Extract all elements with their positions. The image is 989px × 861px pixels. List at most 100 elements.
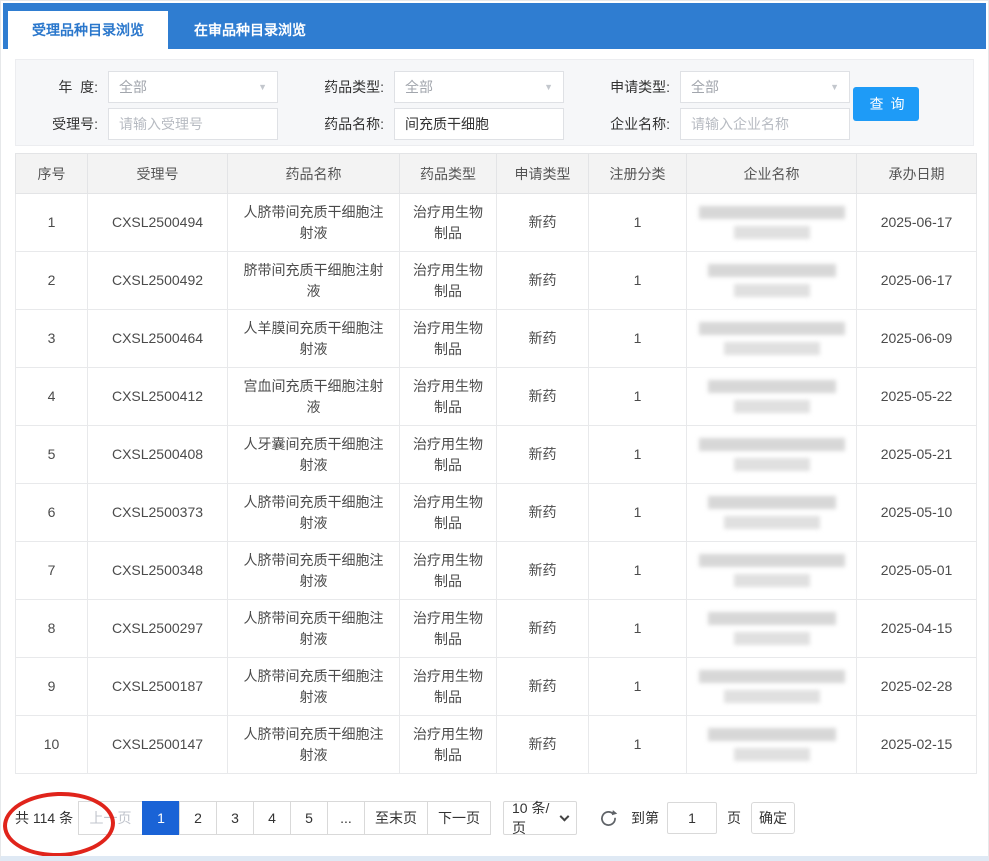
redacted-company-name: [697, 554, 846, 587]
cell-drug-name: 人脐带间充质干细胞注射液: [228, 194, 400, 252]
page-button-1[interactable]: 1: [142, 801, 180, 835]
acceptance-no-label: 受理号:: [16, 114, 108, 134]
cell-acceptance-no: CXSL2500464: [88, 310, 228, 368]
cell-no: 6: [16, 484, 88, 542]
search-button[interactable]: 查询: [853, 87, 919, 121]
cell-apply-type: 新药: [497, 426, 589, 484]
cell-acceptance-no: CXSL2500348: [88, 542, 228, 600]
page-size-value: 10 条/页: [512, 798, 561, 838]
app-window: 受理品种目录浏览 在审品种目录浏览 年 度: 全部 ▼ 药品类型: 全部 ▼ 申…: [0, 0, 989, 861]
cell-apply-type: 新药: [497, 484, 589, 542]
cell-apply-type: 新药: [497, 658, 589, 716]
cell-no: 9: [16, 658, 88, 716]
cell-apply-type: 新药: [497, 310, 589, 368]
confirm-button[interactable]: 确定: [751, 802, 795, 834]
tab-under-review-catalog[interactable]: 在审品种目录浏览: [168, 11, 332, 49]
cell-drug-name: 宫血间充质干细胞注射液: [228, 368, 400, 426]
results-table-wrap: 序号 受理号 药品名称 药品类型 申请类型 注册分类 企业名称 承办日期 1 C…: [15, 153, 974, 774]
next-page-button[interactable]: 下一页: [427, 801, 491, 835]
cell-apply-type: 新药: [497, 600, 589, 658]
cell-reg-class: 1: [589, 368, 687, 426]
table-row: 3 CXSL2500464 人羊膜间充质干细胞注射液 治疗用生物制品 新药 1 …: [16, 310, 977, 368]
page-size-select[interactable]: 10 条/页: [503, 801, 577, 835]
page-button-4[interactable]: 4: [253, 801, 291, 835]
cell-company-redacted: [687, 542, 857, 600]
drug-name-label: 药品名称:: [302, 114, 394, 134]
drug-type-select-value: 全部: [405, 77, 544, 97]
table-row: 4 CXSL2500412 宫血间充质干细胞注射液 治疗用生物制品 新药 1 2…: [16, 368, 977, 426]
cell-date: 2025-02-15: [857, 716, 977, 774]
cell-no: 10: [16, 716, 88, 774]
cell-reg-class: 1: [589, 484, 687, 542]
cell-company-redacted: [687, 426, 857, 484]
prev-page-button[interactable]: 上一页: [78, 801, 143, 835]
year-select[interactable]: 全部 ▼: [108, 71, 278, 103]
cell-date: 2025-04-15: [857, 600, 977, 658]
filter-row-1: 年 度: 全部 ▼ 药品类型: 全部 ▼ 申请类型: 全部 ▼: [16, 71, 973, 103]
apply-type-select[interactable]: 全部 ▼: [680, 71, 850, 103]
column-header-drug-type: 药品类型: [400, 154, 497, 194]
apply-type-label: 申请类型:: [588, 77, 680, 97]
cell-acceptance-no: CXSL2500297: [88, 600, 228, 658]
cell-no: 4: [16, 368, 88, 426]
pagination-group: 上一页 12345 ... 至末页 下一页: [79, 801, 491, 835]
chevron-down-icon: ▼: [830, 82, 839, 92]
goto-page-label: 到第: [631, 808, 659, 828]
cell-reg-class: 1: [589, 600, 687, 658]
table-row: 10 CXSL2500147 人脐带间充质干细胞注射液 治疗用生物制品 新药 1…: [16, 716, 977, 774]
table-header-row: 序号 受理号 药品名称 药品类型 申请类型 注册分类 企业名称 承办日期: [16, 154, 977, 194]
cell-company-redacted: [687, 658, 857, 716]
cell-date: 2025-05-10: [857, 484, 977, 542]
drug-name-input[interactable]: [394, 108, 564, 140]
tab-accepted-catalog[interactable]: 受理品种目录浏览: [8, 11, 168, 49]
ellipsis-page-button[interactable]: ...: [327, 801, 365, 835]
redacted-company-name: [697, 380, 846, 413]
acceptance-no-input[interactable]: [108, 108, 278, 140]
cell-drug-name: 人脐带间充质干细胞注射液: [228, 484, 400, 542]
column-header-date: 承办日期: [857, 154, 977, 194]
cell-drug-name: 人羊膜间充质干细胞注射液: [228, 310, 400, 368]
cell-company-redacted: [687, 252, 857, 310]
table-row: 5 CXSL2500408 人牙囊间充质干细胞注射液 治疗用生物制品 新药 1 …: [16, 426, 977, 484]
cell-drug-type: 治疗用生物制品: [400, 252, 497, 310]
cell-date: 2025-06-17: [857, 194, 977, 252]
cell-drug-name: 人脐带间充质干细胞注射液: [228, 542, 400, 600]
cell-reg-class: 1: [589, 716, 687, 774]
table-row: 2 CXSL2500492 脐带间充质干细胞注射液 治疗用生物制品 新药 1 2…: [16, 252, 977, 310]
page-button-5[interactable]: 5: [290, 801, 328, 835]
last-page-button[interactable]: 至末页: [364, 801, 428, 835]
goto-page-input[interactable]: [667, 802, 717, 834]
cell-reg-class: 1: [589, 542, 687, 600]
cell-no: 3: [16, 310, 88, 368]
cell-drug-type: 治疗用生物制品: [400, 716, 497, 774]
cell-company-redacted: [687, 194, 857, 252]
cell-drug-name: 人脐带间充质干细胞注射液: [228, 716, 400, 774]
cell-acceptance-no: CXSL2500408: [88, 426, 228, 484]
drug-type-select[interactable]: 全部 ▼: [394, 71, 564, 103]
cell-reg-class: 1: [589, 310, 687, 368]
page-button-3[interactable]: 3: [216, 801, 254, 835]
cell-drug-type: 治疗用生物制品: [400, 542, 497, 600]
total-count: 共 114 条: [15, 808, 79, 828]
cell-drug-type: 治疗用生物制品: [400, 368, 497, 426]
cell-acceptance-no: CXSL2500187: [88, 658, 228, 716]
column-header-acceptance-no: 受理号: [88, 154, 228, 194]
cell-drug-type: 治疗用生物制品: [400, 600, 497, 658]
table-body: 1 CXSL2500494 人脐带间充质干细胞注射液 治疗用生物制品 新药 1 …: [16, 194, 977, 774]
cell-apply-type: 新药: [497, 542, 589, 600]
cell-reg-class: 1: [589, 426, 687, 484]
company-name-input[interactable]: [680, 108, 850, 140]
redacted-company-name: [697, 728, 846, 761]
refresh-icon[interactable]: [597, 807, 619, 829]
chevron-down-icon: ▼: [544, 82, 553, 92]
cell-date: 2025-05-21: [857, 426, 977, 484]
table-row: 9 CXSL2500187 人脐带间充质干细胞注射液 治疗用生物制品 新药 1 …: [16, 658, 977, 716]
cell-drug-name: 人脐带间充质干细胞注射液: [228, 600, 400, 658]
filter-panel: 年 度: 全部 ▼ 药品类型: 全部 ▼ 申请类型: 全部 ▼ 受理号: 药品名…: [15, 59, 974, 146]
cell-reg-class: 1: [589, 658, 687, 716]
page-button-2[interactable]: 2: [179, 801, 217, 835]
apply-type-select-value: 全部: [691, 77, 830, 97]
cell-reg-class: 1: [589, 194, 687, 252]
cell-company-redacted: [687, 716, 857, 774]
page-unit-label: 页: [727, 808, 741, 828]
